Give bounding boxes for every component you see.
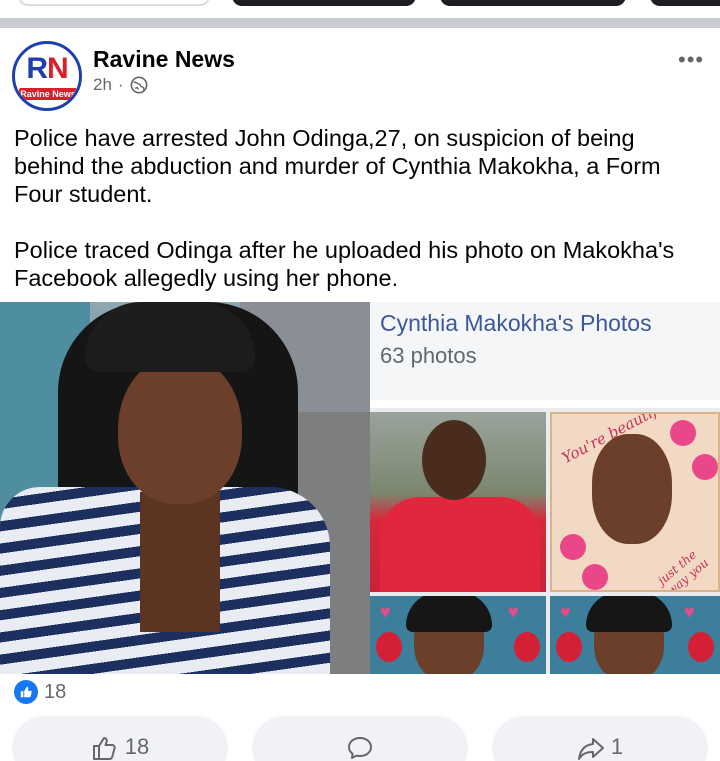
reaction-summary[interactable]: 18: [14, 680, 66, 704]
top-pill-dark[interactable]: [232, 0, 416, 6]
top-pill-dark[interactable]: [440, 0, 626, 6]
flower-icon: [692, 454, 718, 480]
rose-icon: [514, 632, 540, 662]
tile-head: [422, 420, 486, 500]
album-title: Cynthia Makokha's Photos: [380, 310, 652, 336]
collage-text: just the way you are: [655, 547, 712, 592]
share-button[interactable]: 1: [492, 716, 708, 761]
post-photo[interactable]: You're beautiful just the way you are ♥ …: [0, 302, 720, 674]
flower-icon: [670, 420, 696, 446]
tile-hood: [406, 596, 492, 632]
thumbs-up-icon: [14, 680, 38, 704]
album-tile-small: ♥ ♥: [550, 596, 720, 674]
album-tile-man: [370, 412, 546, 592]
like-button[interactable]: 18: [12, 716, 228, 761]
album-tile-small: ♥ ♥: [370, 596, 546, 674]
rose-icon: [556, 632, 582, 662]
top-pill-light[interactable]: [18, 0, 210, 6]
rose-icon: [376, 632, 402, 662]
heart-icon: ♥: [560, 602, 571, 622]
photo-face: [118, 354, 242, 504]
logo-letter-r: R: [26, 52, 48, 85]
post-caption: Police have arrested John Odinga,27, on …: [14, 124, 708, 320]
more-options-button[interactable]: •••: [678, 49, 704, 71]
selfie-photo: [0, 302, 370, 674]
comment-button[interactable]: [252, 716, 468, 761]
meta-separator: ·: [117, 75, 124, 94]
reaction-count: 18: [44, 680, 67, 703]
album-divider: [370, 400, 720, 408]
heart-icon: ♥: [508, 602, 519, 622]
thumbs-up-outline-icon: [91, 734, 119, 761]
flower-icon: [560, 534, 586, 560]
album-tile-collage: You're beautiful just the way you are: [550, 412, 720, 592]
heart-icon: ♥: [684, 602, 695, 622]
caption-paragraph: Police traced Odinga after he uploaded h…: [14, 237, 675, 291]
post-time[interactable]: 2h: [93, 75, 112, 95]
share-arrow-icon: [577, 734, 605, 761]
comment-icon: [346, 734, 374, 761]
post-meta: 2h ·: [93, 75, 148, 95]
share-count: 1: [610, 734, 624, 759]
tile-red-jacket: [380, 497, 540, 592]
tile-hood: [586, 596, 672, 632]
heart-icon: ♥: [380, 602, 391, 622]
top-pill-dark[interactable]: [650, 0, 720, 6]
flower-icon: [582, 564, 608, 590]
rose-icon: [688, 632, 714, 662]
page-name[interactable]: Ravine News: [93, 46, 235, 73]
logo-letter-n: N: [47, 52, 69, 85]
like-count: 18: [124, 734, 150, 759]
caption-paragraph: Police have arrested John Odinga,27, on …: [14, 125, 661, 207]
avatar-logo: RN: [15, 54, 79, 84]
feed-separator: [0, 18, 720, 28]
photo-neck: [140, 492, 220, 632]
page-avatar[interactable]: RN Ravine News: [12, 41, 82, 111]
avatar-band: Ravine News: [19, 88, 77, 100]
photo-scarf-top: [85, 302, 255, 372]
album-count: 63 photos: [380, 343, 477, 368]
tile-face: [592, 434, 672, 544]
globe-icon[interactable]: [130, 76, 148, 94]
